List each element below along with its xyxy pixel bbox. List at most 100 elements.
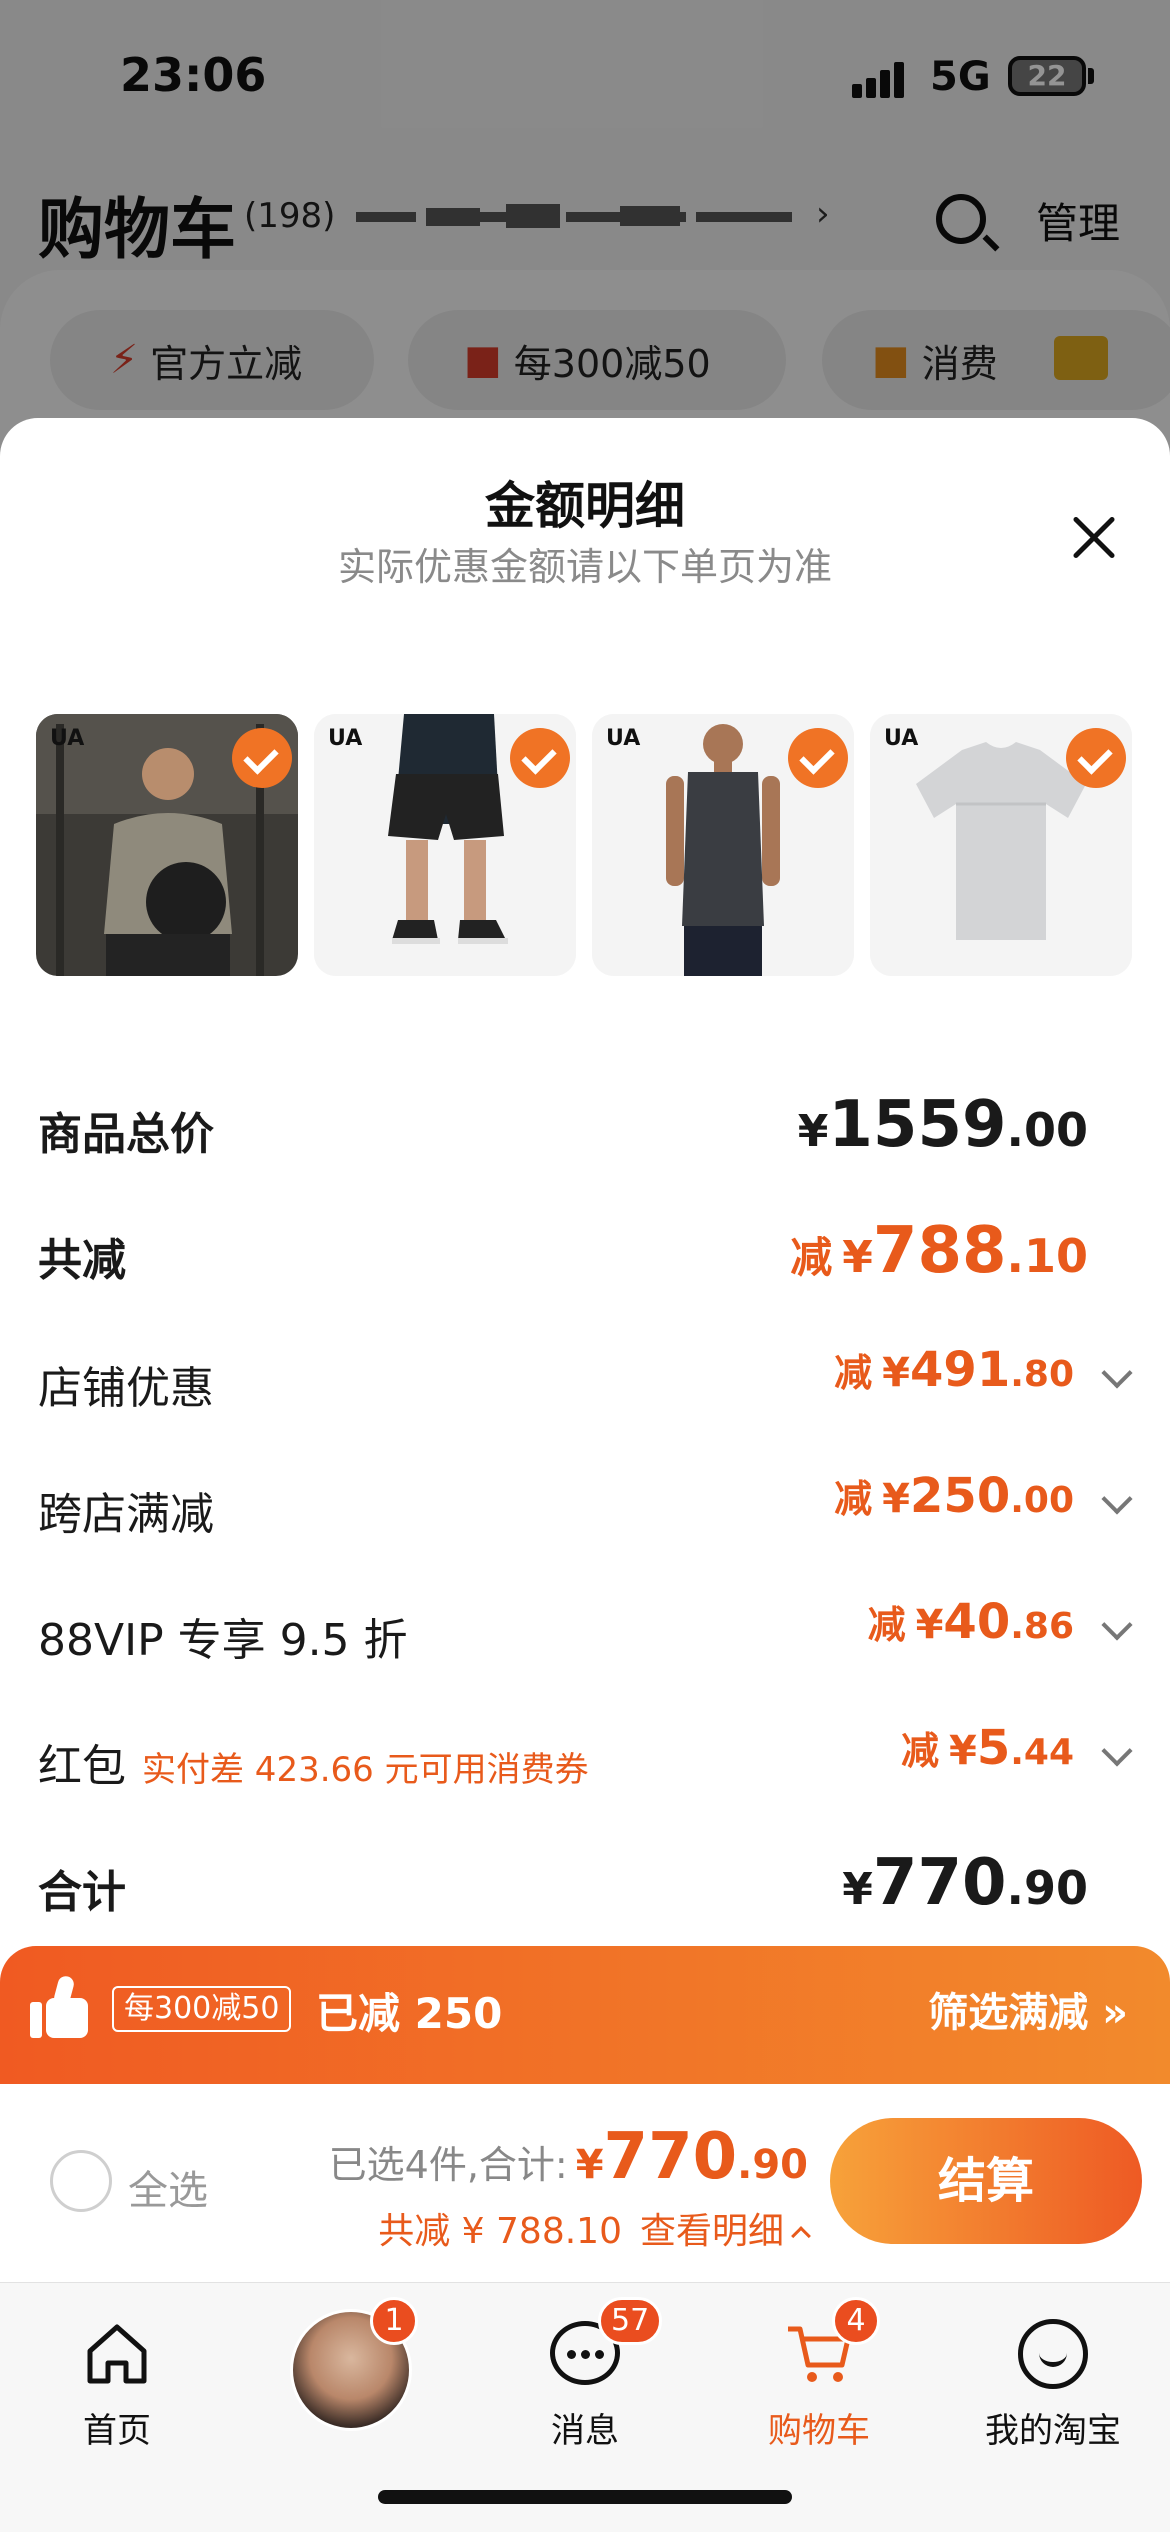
row-red-packet[interactable]: 红包 实付差 423.66 元可用消费券 减 ¥5.44 — [0, 1716, 1170, 1796]
tab-label: 我的淘宝 — [985, 2411, 1121, 2451]
promo-tag: 每300减50 — [112, 1986, 292, 2032]
brand-logo: UA — [884, 726, 919, 751]
currency-symbol: ¥ — [575, 2142, 604, 2188]
amount-decimal: .90 — [1006, 1861, 1089, 1915]
notification-badge: 1 — [370, 2297, 418, 2345]
row-label: 店铺优惠 — [38, 1363, 214, 1414]
brand-logo: UA — [606, 726, 641, 751]
currency-symbol: ¥ — [882, 1476, 911, 1522]
row-cross-shop-discount[interactable]: 跨店满减 减 ¥250.00 — [0, 1464, 1170, 1544]
selected-summary: 已选4件,合计: ¥ 770 .90 — [329, 2120, 808, 2194]
chevron-down-icon[interactable] — [1101, 1483, 1133, 1515]
amount-integer: 1559 — [828, 1088, 1007, 1162]
currency-symbol: ¥ — [842, 1864, 873, 1915]
view-detail-label: 查看明细 — [639, 2211, 784, 2252]
checkout-bar: 全选 已选4件,合计: ¥ 770 .90 共减 ¥ 788.10 查看明细 结… — [0, 2084, 1170, 2282]
brand-logo: UA — [50, 726, 85, 751]
checkout-button[interactable]: 结算 — [830, 2118, 1142, 2244]
red-packet-value: 减 ¥5.44 — [901, 1720, 1074, 1776]
amount-decimal: .00 — [1010, 1480, 1074, 1521]
currency-symbol: ¥ — [882, 1350, 911, 1396]
row-total-price: 商品总价 ¥1559.00 — [0, 1084, 1170, 1164]
check-icon[interactable] — [232, 728, 292, 788]
brand-logo: UA — [328, 726, 363, 751]
row-total-discount: 共减 减 ¥788.10 — [0, 1210, 1170, 1290]
row-vip-discount[interactable]: 88VIP 专享 9.5 折 减 ¥40.86 — [0, 1590, 1170, 1670]
sum-value: ¥770.90 — [842, 1846, 1088, 1920]
discount-prefix: 减 — [790, 1233, 833, 1282]
promo-saved-text: 已减 250 — [316, 1989, 503, 2038]
close-icon[interactable] — [1060, 504, 1130, 574]
row-label: 红包 实付差 423.66 元可用消费券 — [38, 1730, 589, 1794]
thumbs-up-icon — [30, 1974, 92, 2038]
product-thumb[interactable]: UA — [314, 714, 576, 976]
row-label: 合计 — [38, 1867, 126, 1918]
tab-label: 购物车 — [768, 2411, 870, 2451]
product-thumb[interactable]: UA — [592, 714, 854, 976]
view-detail-link[interactable]: 查看明细 — [639, 2202, 811, 2254]
discount-prefix: 减 — [900, 1729, 939, 1773]
amount-decimal: .86 — [1010, 1606, 1074, 1647]
row-label: 商品总价 — [38, 1109, 214, 1160]
chevron-down-icon[interactable] — [1101, 1357, 1133, 1389]
chevron-down-icon[interactable] — [1101, 1609, 1133, 1641]
filter-full-reduction-link[interactable]: 筛选满减 » — [928, 1980, 1128, 2038]
row-label: 跨店满减 — [38, 1489, 214, 1540]
tab-label: 消息 — [551, 2411, 619, 2451]
tab-label: 首页 — [83, 2411, 151, 2451]
smile-icon — [1018, 2319, 1088, 2389]
amount-decimal: .10 — [1006, 1229, 1089, 1283]
discount-prefix: 减 — [834, 1351, 873, 1395]
red-packet-note: 实付差 423.66 元可用消费券 — [142, 1750, 589, 1790]
check-icon[interactable] — [510, 728, 570, 788]
chevron-down-icon[interactable] — [1101, 1735, 1133, 1767]
full-reduction-banner[interactable]: 每300减50 已减 250 筛选满减 » — [0, 1946, 1170, 2084]
modal-overlay[interactable] — [0, 0, 1170, 470]
select-all-radio[interactable] — [50, 2150, 112, 2212]
sheet-title: 金额明细 — [485, 477, 685, 535]
amount-decimal: .80 — [1010, 1354, 1074, 1395]
amount-integer: 5 — [976, 1720, 1011, 1776]
sheet-subtitle: 实际优惠金额请以下单页为准 — [337, 545, 832, 589]
tab-home[interactable]: 首页 — [0, 2297, 234, 2457]
row-shop-discount[interactable]: 店铺优惠 减 ¥491.80 — [0, 1338, 1170, 1418]
currency-symbol: ¥ — [948, 1728, 977, 1774]
discount-prefix: 减 — [834, 1477, 873, 1521]
select-all-label[interactable]: 全选 — [128, 2158, 208, 2216]
tab-cart[interactable]: 4 购物车 — [702, 2297, 936, 2457]
currency-symbol: ¥ — [842, 1232, 873, 1283]
amount-decimal: .00 — [1006, 1103, 1089, 1157]
discount-summary: 共减 ¥ 788.10 查看明细 — [378, 2202, 811, 2254]
amount-decimal: .44 — [1010, 1732, 1074, 1773]
tab-profile-avatar[interactable]: 1 — [234, 2297, 468, 2457]
message-badge: 57 — [598, 2297, 663, 2345]
amount-integer: 491 — [910, 1342, 1011, 1398]
row-sum: 合计 ¥770.90 — [0, 1842, 1170, 1922]
discount-prefix: 减 — [867, 1603, 906, 1647]
tab-messages[interactable]: 57 消息 — [468, 2297, 702, 2457]
total-price-value: ¥1559.00 — [798, 1088, 1088, 1162]
check-icon[interactable] — [788, 728, 848, 788]
total-discount-value: 减 ¥788.10 — [790, 1214, 1088, 1288]
home-indicator[interactable] — [378, 2490, 792, 2504]
amount-integer: 40 — [943, 1594, 1011, 1650]
chevron-up-icon — [791, 2226, 811, 2246]
selected-text: 已选4件,合计: — [328, 2143, 568, 2187]
currency-symbol: ¥ — [915, 1602, 944, 1648]
amount-decimal: .90 — [737, 2142, 808, 2188]
amount-integer: 250 — [910, 1468, 1011, 1524]
row-label: 88VIP 专享 9.5 折 — [38, 1615, 408, 1666]
product-thumbnails: UA UA UA UA — [36, 714, 1136, 976]
product-thumb[interactable]: UA — [870, 714, 1132, 976]
cart-badge: 4 — [832, 2297, 880, 2345]
currency-symbol: ¥ — [797, 1106, 829, 1157]
amount-integer: 770 — [603, 2120, 738, 2194]
check-icon[interactable] — [1066, 728, 1126, 788]
product-thumb[interactable]: UA — [36, 714, 298, 976]
row-label: 共减 — [38, 1235, 126, 1286]
tab-my-taobao[interactable]: 我的淘宝 — [936, 2297, 1170, 2457]
discount-total-text: 共减 ¥ 788.10 — [378, 2211, 622, 2252]
amount-integer: 788 — [872, 1214, 1007, 1288]
shop-discount-value: 减 ¥491.80 — [834, 1342, 1074, 1398]
vip-discount-value: 减 ¥40.86 — [868, 1594, 1074, 1650]
